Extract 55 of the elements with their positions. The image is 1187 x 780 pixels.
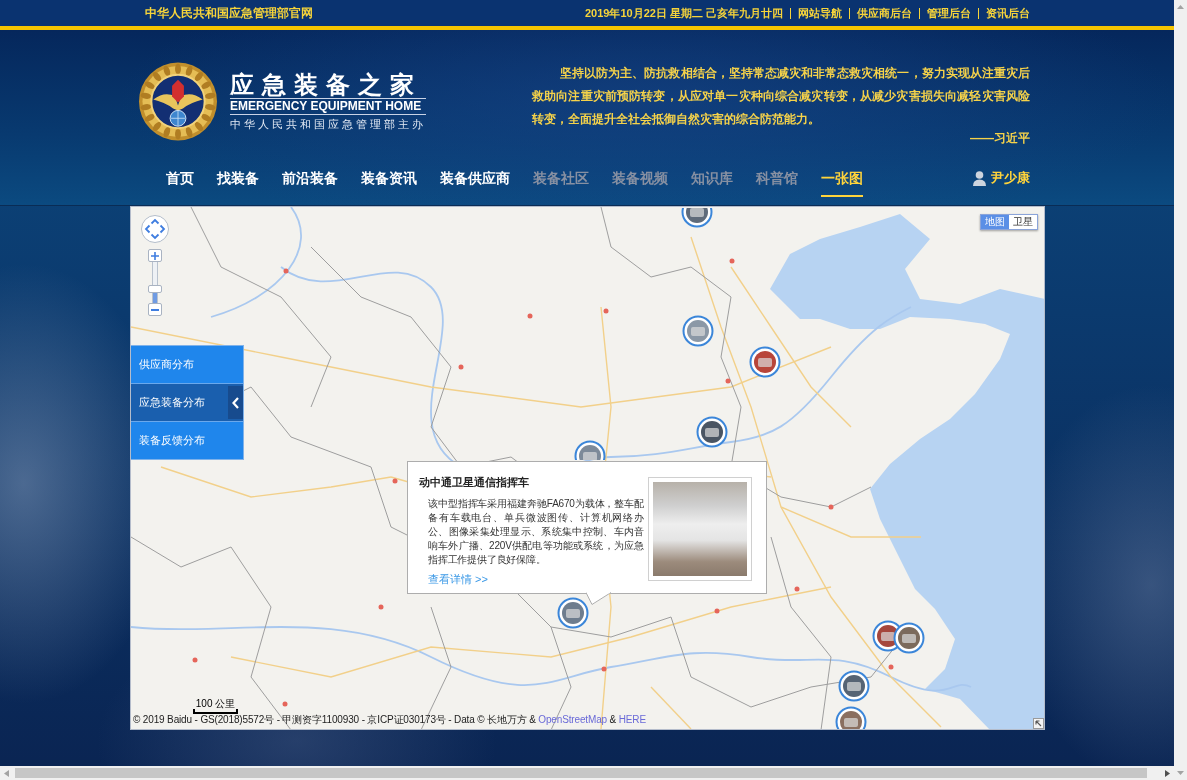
- pan-icon[interactable]: [141, 215, 169, 243]
- nav-link[interactable]: 前沿装备: [282, 163, 338, 197]
- marker-icon[interactable]: [681, 208, 713, 228]
- layer-tab[interactable]: 装备反馈分布: [131, 422, 243, 459]
- user-icon: [973, 170, 986, 186]
- plus-icon: [151, 251, 159, 260]
- layer-tab[interactable]: 供应商分布: [131, 346, 243, 383]
- date-text: 2019年10月22日 星期二 己亥年九月廿四: [584, 5, 783, 21]
- attribution-link[interactable]: HERE: [618, 714, 646, 725]
- marker-icon[interactable]: [749, 346, 781, 378]
- nav-link[interactable]: 首页: [166, 163, 194, 197]
- top-link[interactable]: 资讯后台: [986, 5, 1030, 21]
- sponsor-text: 中华人民共和国应急管理部主办: [230, 118, 426, 131]
- marker-icon[interactable]: [893, 622, 925, 654]
- attribution-link[interactable]: OpenStreetMap: [538, 714, 607, 725]
- nav-link[interactable]: 找装备: [217, 163, 259, 197]
- info-title: 动中通卫星通信指挥车: [419, 475, 529, 489]
- map-type-tab[interactable]: 卫星: [1009, 215, 1037, 229]
- zoom-in-button[interactable]: [148, 249, 162, 262]
- marker-icon[interactable]: [835, 706, 867, 729]
- top-link[interactable]: 网站导航: [798, 5, 842, 21]
- quote-text: 坚持以防为主、防抗救相结合，坚持常态减灾和非常态救灾相统一，努力实现从注重灾后 救助向注重灾前预防转变，从应对单一灾种向综合减灾转变，从减少灾害损失向减轻灾害风险 转变，全面提升全社会抵御自然灾害的综合防范能力。: [532, 65, 1030, 128]
- scroll-left-icon[interactable]: [4, 769, 9, 777]
- corner-arrow-icon[interactable]: [1033, 718, 1044, 729]
- marker-icon[interactable]: [682, 315, 714, 347]
- minus-icon: [151, 308, 159, 311]
- nav-link[interactable]: 一张图: [821, 163, 863, 197]
- vertical-scrollbar[interactable]: [1174, 0, 1187, 780]
- nav-link[interactable]: 装备资讯: [361, 163, 417, 197]
- layer-tab[interactable]: 应急装备分布: [131, 384, 228, 421]
- zoom-slider-thumb[interactable]: [148, 285, 162, 294]
- user-link[interactable]: 尹少康: [973, 168, 1030, 188]
- scale-label: 100 公里: [195, 698, 236, 709]
- map-attribution: © 2019 Baidu - GS(2018)5572号 - 甲测资字1100930 - 京ICP证030173号 - Data © 长地万方 & OpenStreetMap & HERE: [133, 714, 646, 726]
- zoom-out-button[interactable]: [148, 303, 162, 316]
- scroll-down-icon[interactable]: [1177, 771, 1184, 775]
- site-subtitle: EMERGENCY EQUIPMENT HOME: [230, 98, 426, 115]
- scroll-up-icon[interactable]: [1177, 5, 1184, 9]
- horizontal-scrollbar[interactable]: [0, 766, 1174, 780]
- top-link[interactable]: 供应商后台: [857, 5, 912, 21]
- collapse-button[interactable]: [228, 386, 243, 419]
- top-link[interactable]: 管理后台: [927, 5, 971, 21]
- marker-icon[interactable]: [557, 597, 589, 629]
- site-title: 应急装备之家: [230, 72, 423, 98]
- marker-icon[interactable]: [696, 416, 728, 448]
- scrollbar-thumb[interactable]: [15, 768, 1147, 778]
- marker-icon[interactable]: [838, 670, 870, 702]
- emblem-icon: [138, 62, 218, 141]
- site-name: 中华人民共和国应急管理部官网: [145, 4, 313, 22]
- quote-author: ——习近平: [969, 131, 1030, 145]
- nav-link[interactable]: 装备供应商: [440, 163, 510, 197]
- chevron-left-icon: [232, 396, 239, 409]
- scroll-right-icon[interactable]: [1165, 769, 1170, 777]
- scale-bar: [193, 709, 238, 714]
- info-description: 该中型指挥车采用福建奔驰FA670为载体，整车配 备有车载电台、单兵微波图传、计算机网络办 公、图像采集处理显示、系统集中控制、车内音 响车外广播、220V供配电等功能或系统，为应急 指挥工作提供了良好保障。: [428, 497, 644, 567]
